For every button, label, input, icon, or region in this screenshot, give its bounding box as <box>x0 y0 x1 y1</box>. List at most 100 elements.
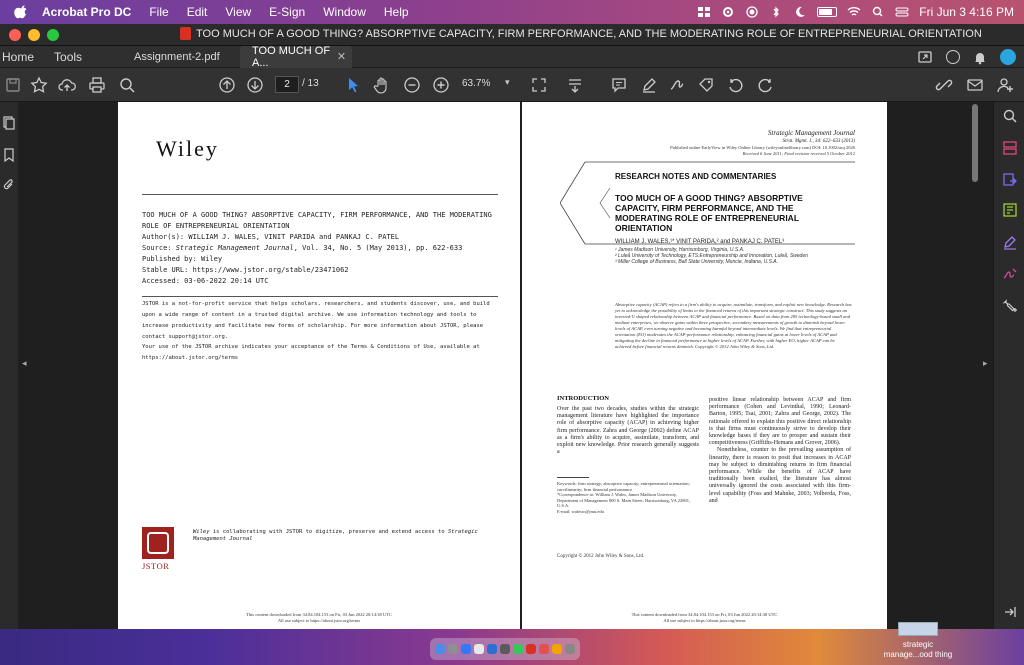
intro-heading: INTRODUCTION <box>557 395 610 402</box>
jstor-notice: JSTOR is a not-for-profit service that h… <box>142 301 490 340</box>
star-icon[interactable] <box>30 76 48 94</box>
add-user-icon[interactable] <box>996 76 1014 94</box>
article-publisher: Published by: Wiley <box>142 255 223 263</box>
divider <box>142 296 498 297</box>
launchpad-icon[interactable] <box>448 644 458 654</box>
vertical-scrollbar[interactable] <box>972 104 978 182</box>
fill-sign-icon[interactable] <box>1002 234 1018 250</box>
app-icon[interactable] <box>500 644 510 654</box>
export-pdf-icon[interactable] <box>1002 172 1018 188</box>
previous-page-icon[interactable] <box>218 76 236 94</box>
next-page-icon[interactable] <box>246 76 264 94</box>
bookmark-icon[interactable] <box>2 148 16 162</box>
menu-esign[interactable]: E-Sign <box>269 5 305 19</box>
draw-icon[interactable] <box>668 76 686 94</box>
expand-pane-icon[interactable] <box>1002 604 1018 620</box>
pdf-page-2[interactable]: Strategic Management Journal Strat. Mgmt… <box>522 102 887 629</box>
page-fit-icon[interactable] <box>530 76 548 94</box>
share-link-icon[interactable] <box>935 76 953 94</box>
apple-icon[interactable] <box>14 5 28 19</box>
wifi-icon[interactable] <box>847 6 861 18</box>
acrobat-icon[interactable] <box>526 644 536 654</box>
desktop-file-thumbnail[interactable] <box>898 622 938 636</box>
share-screen-icon[interactable] <box>918 50 933 65</box>
search-icon[interactable] <box>871 6 885 18</box>
mail-icon[interactable] <box>487 644 497 654</box>
macos-menu-bar: Acrobat Pro DC File Edit View E-Sign Win… <box>0 0 1024 24</box>
select-cursor-icon[interactable] <box>344 76 362 94</box>
attachment-icon[interactable] <box>2 178 16 192</box>
avatar[interactable] <box>1000 49 1016 65</box>
document-tab-assignment[interactable]: Assignment-2.pdf <box>122 46 240 68</box>
stamp-icon[interactable] <box>697 76 715 94</box>
record-icon[interactable] <box>745 6 759 18</box>
pdf-page-1[interactable]: Wiley TOO MUCH OF A GOOD THING? ABSORPTI… <box>118 102 520 629</box>
menu-datetime[interactable]: Fri Jun 3 4:16 PM <box>919 5 1014 19</box>
highlight-pen-icon[interactable] <box>640 76 658 94</box>
desktop-file-label[interactable]: strategic manage...ood thing <box>874 640 962 660</box>
zoom-level[interactable]: 63.7% <box>462 78 490 89</box>
more-tools-icon[interactable] <box>1002 298 1018 314</box>
zoom-window-button[interactable] <box>47 28 59 41</box>
window-grid-icon[interactable] <box>697 6 711 18</box>
dock <box>430 638 580 660</box>
upload-cloud-icon[interactable] <box>58 76 76 94</box>
footnotes: Keywords: firm strategy; absorptive capa… <box>557 481 691 514</box>
zoom-in-icon[interactable] <box>432 76 450 94</box>
zoom-search-icon[interactable] <box>118 76 136 94</box>
search-icon[interactable] <box>1002 108 1018 124</box>
collapse-right-pane-icon[interactable]: ▸ <box>983 358 988 369</box>
scroll-mode-icon[interactable] <box>566 76 584 94</box>
document-canvas[interactable]: Wiley TOO MUCH OF A GOOD THING? ABSORPTI… <box>18 102 993 629</box>
journal-header: Strategic Management Journal Strat. Mgmt… <box>670 129 855 156</box>
edit-pdf-icon[interactable] <box>1002 202 1018 218</box>
tab-tools[interactable]: Tools <box>44 50 92 64</box>
close-tab-icon[interactable]: ✕ <box>337 50 346 63</box>
organize-pages-icon[interactable] <box>1002 140 1018 156</box>
zoom-out-icon[interactable] <box>403 76 421 94</box>
stable-url[interactable]: Stable URL: https://www.jstor.org/stable… <box>142 265 498 276</box>
menu-window[interactable]: Window <box>323 5 366 19</box>
document-tab-label: TOO MUCH OF A... <box>252 44 331 69</box>
notes-icon[interactable] <box>552 644 562 654</box>
undo-icon[interactable] <box>727 76 745 94</box>
comment-icon[interactable] <box>610 76 628 94</box>
gear-icon[interactable] <box>721 6 735 18</box>
battery-icon[interactable] <box>817 7 838 17</box>
menu-help[interactable]: Help <box>384 5 409 19</box>
zoom-dropdown-icon[interactable]: ▾ <box>505 77 510 88</box>
pdf-file-icon <box>180 27 191 40</box>
close-window-button[interactable] <box>9 28 21 41</box>
hand-tool-icon[interactable] <box>373 76 391 94</box>
moon-icon[interactable] <box>793 6 807 18</box>
menu-app-name[interactable]: Acrobat Pro DC <box>42 5 131 19</box>
bluetooth-icon[interactable] <box>769 6 783 18</box>
tab-bar: Home Tools Assignment-2.pdf TOO MUCH OF … <box>0 44 1024 69</box>
document-tab-active[interactable]: TOO MUCH OF A... ✕ <box>240 44 353 69</box>
messages-icon[interactable] <box>513 644 523 654</box>
redo-icon[interactable] <box>756 76 774 94</box>
menu-file[interactable]: File <box>149 5 168 19</box>
finder-icon[interactable] <box>435 644 445 654</box>
chrome-icon[interactable] <box>474 644 484 654</box>
download-footer: This content downloaded from 34.84.104.1… <box>246 612 392 623</box>
article-title: TOO MUCH OF A GOOD THING? ABSORPTIVE CAP… <box>142 211 492 230</box>
safari-icon[interactable] <box>461 644 471 654</box>
menu-view[interactable]: View <box>225 5 251 19</box>
collapse-left-pane-icon[interactable]: ◂ <box>22 358 27 369</box>
bell-icon[interactable] <box>973 50 987 65</box>
section-label: RESEARCH NOTES AND COMMENTARIES <box>615 172 777 181</box>
trash-icon[interactable] <box>565 644 575 654</box>
print-icon[interactable] <box>88 76 106 94</box>
app-icon[interactable] <box>539 644 549 654</box>
help-icon[interactable] <box>946 50 960 64</box>
tab-home[interactable]: Home <box>0 50 44 64</box>
save-icon[interactable] <box>4 76 22 94</box>
page-thumbnails-icon[interactable] <box>2 116 16 130</box>
minimize-window-button[interactable] <box>28 28 40 41</box>
page-number-input[interactable]: 2 <box>275 76 299 93</box>
menu-edit[interactable]: Edit <box>187 5 208 19</box>
control-center-icon[interactable] <box>895 6 909 18</box>
email-icon[interactable] <box>966 76 984 94</box>
request-signature-icon[interactable] <box>1002 266 1018 282</box>
